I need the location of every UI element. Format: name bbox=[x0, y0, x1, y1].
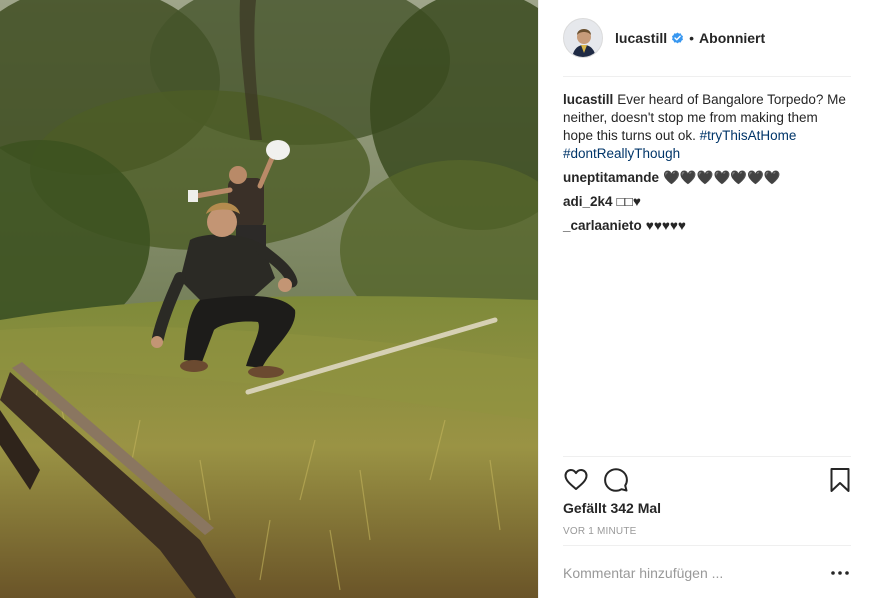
avatar-image bbox=[564, 19, 602, 57]
author-username[interactable]: lucastill bbox=[615, 30, 667, 46]
likes-count[interactable]: Gefällt 342 Mal bbox=[563, 500, 661, 516]
comment-username[interactable]: adi_2k4 bbox=[563, 194, 613, 209]
comment-icon[interactable] bbox=[603, 467, 629, 493]
post-details-panel: lucastill • Abonniert lucastill Ever hear… bbox=[538, 0, 870, 598]
post-photo[interactable] bbox=[0, 0, 538, 598]
post-actions bbox=[563, 467, 851, 493]
comment-text: □□♥ bbox=[616, 194, 641, 209]
comments-list: lucastill Ever heard of Bangalore Torpedo… bbox=[563, 91, 851, 241]
comment-box-divider bbox=[563, 545, 851, 546]
add-comment-input[interactable] bbox=[563, 562, 813, 584]
comment-item: adi_2k4 □□♥ bbox=[563, 193, 851, 211]
avatar[interactable] bbox=[563, 18, 603, 58]
hashtag-link[interactable]: #tryThisAtHome bbox=[700, 128, 797, 143]
verified-badge-icon bbox=[672, 31, 684, 43]
hashtag-link[interactable]: #dontReallyThough bbox=[563, 146, 680, 161]
comment-username[interactable]: uneptitamande bbox=[563, 170, 659, 185]
comment-text: ♥♥♥♥♥ bbox=[645, 218, 686, 233]
comment-username[interactable]: _carlaanieto bbox=[563, 218, 642, 233]
follow-state-button[interactable]: Abonniert bbox=[699, 30, 765, 46]
post-caption: lucastill Ever heard of Bangalore Torpedo… bbox=[563, 91, 851, 163]
separator-dot: • bbox=[689, 30, 695, 46]
heart-icon[interactable] bbox=[563, 467, 589, 493]
header-divider bbox=[563, 76, 851, 77]
post-timestamp[interactable]: VOR 1 MINUTE bbox=[563, 526, 637, 537]
bookmark-icon[interactable] bbox=[827, 467, 853, 493]
post-header: lucastill • Abonniert bbox=[563, 18, 851, 58]
caption-username[interactable]: lucastill bbox=[563, 92, 613, 107]
comment-item: uneptitamande 🖤🖤🖤🖤🖤🖤🖤 bbox=[563, 169, 851, 187]
comment-text: 🖤🖤🖤🖤🖤🖤🖤 bbox=[663, 170, 781, 185]
actions-divider bbox=[563, 456, 851, 457]
comment-item: _carlaanieto ♥♥♥♥♥ bbox=[563, 217, 851, 235]
more-options-icon[interactable] bbox=[828, 563, 852, 583]
photo-image bbox=[0, 0, 538, 598]
